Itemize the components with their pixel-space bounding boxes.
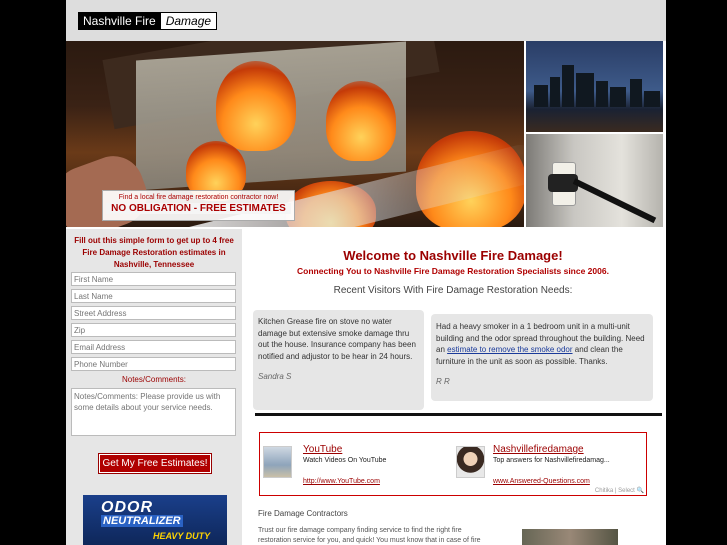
visitor-name: R R xyxy=(436,377,450,386)
site-logo[interactable]: Nashville Fire Damage xyxy=(78,12,217,30)
ad-title-link[interactable]: Nashvillefiredamage xyxy=(493,444,584,455)
contractors-heading: Fire Damage Contractors xyxy=(258,509,348,518)
odor-neutralizer-ad[interactable]: ODOR NEUTRALIZER HEAVY DUTY xyxy=(83,495,227,545)
hero-outlet-image xyxy=(526,134,663,227)
ad-thumbnail[interactable] xyxy=(263,446,292,478)
ad-title-link[interactable]: YouTube xyxy=(303,444,342,455)
building xyxy=(550,77,560,107)
ad-description: Top answers for Nashvillefiredamag... xyxy=(493,457,610,464)
flame xyxy=(326,81,396,161)
content-photo xyxy=(522,529,618,545)
email-field[interactable] xyxy=(71,340,236,354)
visitor-request-text: Kitchen Grease fire on stove no water da… xyxy=(258,317,416,361)
visitor-request-text: Had a heavy smoker in a 1 bedroom unit i… xyxy=(436,322,645,366)
visitor-card: Kitchen Grease fire on stove no water da… xyxy=(253,310,424,410)
chitika-select-link[interactable]: Chitika | Select 🔍 xyxy=(595,487,644,494)
promo-line1: Find a local fire damage restoration con… xyxy=(118,194,279,201)
estimate-form-sidebar: Fill out this simple form to get up to 4… xyxy=(66,229,242,545)
ad-block: YouTube Watch Videos On YouTube http://w… xyxy=(259,432,647,496)
cord xyxy=(572,178,657,224)
phone-field[interactable] xyxy=(71,357,236,371)
divider xyxy=(255,413,662,416)
promo-banner[interactable]: Find a local fire damage restoration con… xyxy=(102,190,295,221)
building xyxy=(610,87,626,107)
hero-fire-image: Find a local fire damage restoration con… xyxy=(66,41,524,227)
recent-visitors-heading: Recent Visitors With Fire Damage Restora… xyxy=(333,285,573,296)
intro-paragraph: Trust our fire damage company finding se… xyxy=(258,527,481,544)
street-address-field[interactable] xyxy=(71,306,236,320)
building xyxy=(576,73,594,107)
zip-field[interactable] xyxy=(71,323,236,337)
notes-label: Notes/Comments: xyxy=(121,375,187,384)
ad-line3: HEAVY DUTY xyxy=(153,531,211,541)
hero-city-image xyxy=(526,41,663,132)
chitika-label: Chitika | Select xyxy=(594,488,635,494)
building xyxy=(562,65,574,107)
flame xyxy=(216,61,296,151)
search-icon: 🔍 xyxy=(636,488,644,494)
ad-description: Watch Videos On YouTube xyxy=(303,457,387,464)
get-estimates-button[interactable]: Get My Free Estimates! xyxy=(98,453,212,474)
ad-url-link[interactable]: http://www.YouTube.com xyxy=(303,478,380,485)
building xyxy=(644,91,660,107)
visitor-name: Sandra S xyxy=(258,372,292,381)
first-name-field[interactable] xyxy=(71,272,236,286)
logo-text-secondary: Damage xyxy=(165,14,212,28)
ad-line2: NEUTRALIZER xyxy=(101,515,183,527)
building xyxy=(534,85,548,107)
building xyxy=(596,81,608,107)
page: Nashville Fire Damage Find a local fire … xyxy=(66,0,666,545)
promo-line2: NO OBLIGATION - FREE ESTIMATES xyxy=(106,203,291,214)
form-title: Fill out this simple form to get up to 4… xyxy=(74,236,234,269)
page-title: Welcome to Nashville Fire Damage! xyxy=(343,248,563,263)
smoke-odor-estimate-link[interactable]: estimate to remove the smoke odor xyxy=(447,345,572,354)
notes-field[interactable] xyxy=(71,388,236,436)
visitor-card: Had a heavy smoker in a 1 bedroom unit i… xyxy=(431,314,653,401)
logo-text-primary: Nashville Fire xyxy=(79,13,161,29)
main-content: Welcome to Nashville Fire Damage! Connec… xyxy=(244,229,666,545)
header-bar: Nashville Fire Damage xyxy=(66,0,666,41)
last-name-field[interactable] xyxy=(71,289,236,303)
building xyxy=(630,79,642,107)
ad-thumbnail[interactable] xyxy=(456,446,485,478)
tagline: Connecting You to Nashville Fire Damage … xyxy=(297,266,609,276)
ad-url-link[interactable]: www.Answered-Questions.com xyxy=(493,478,590,485)
